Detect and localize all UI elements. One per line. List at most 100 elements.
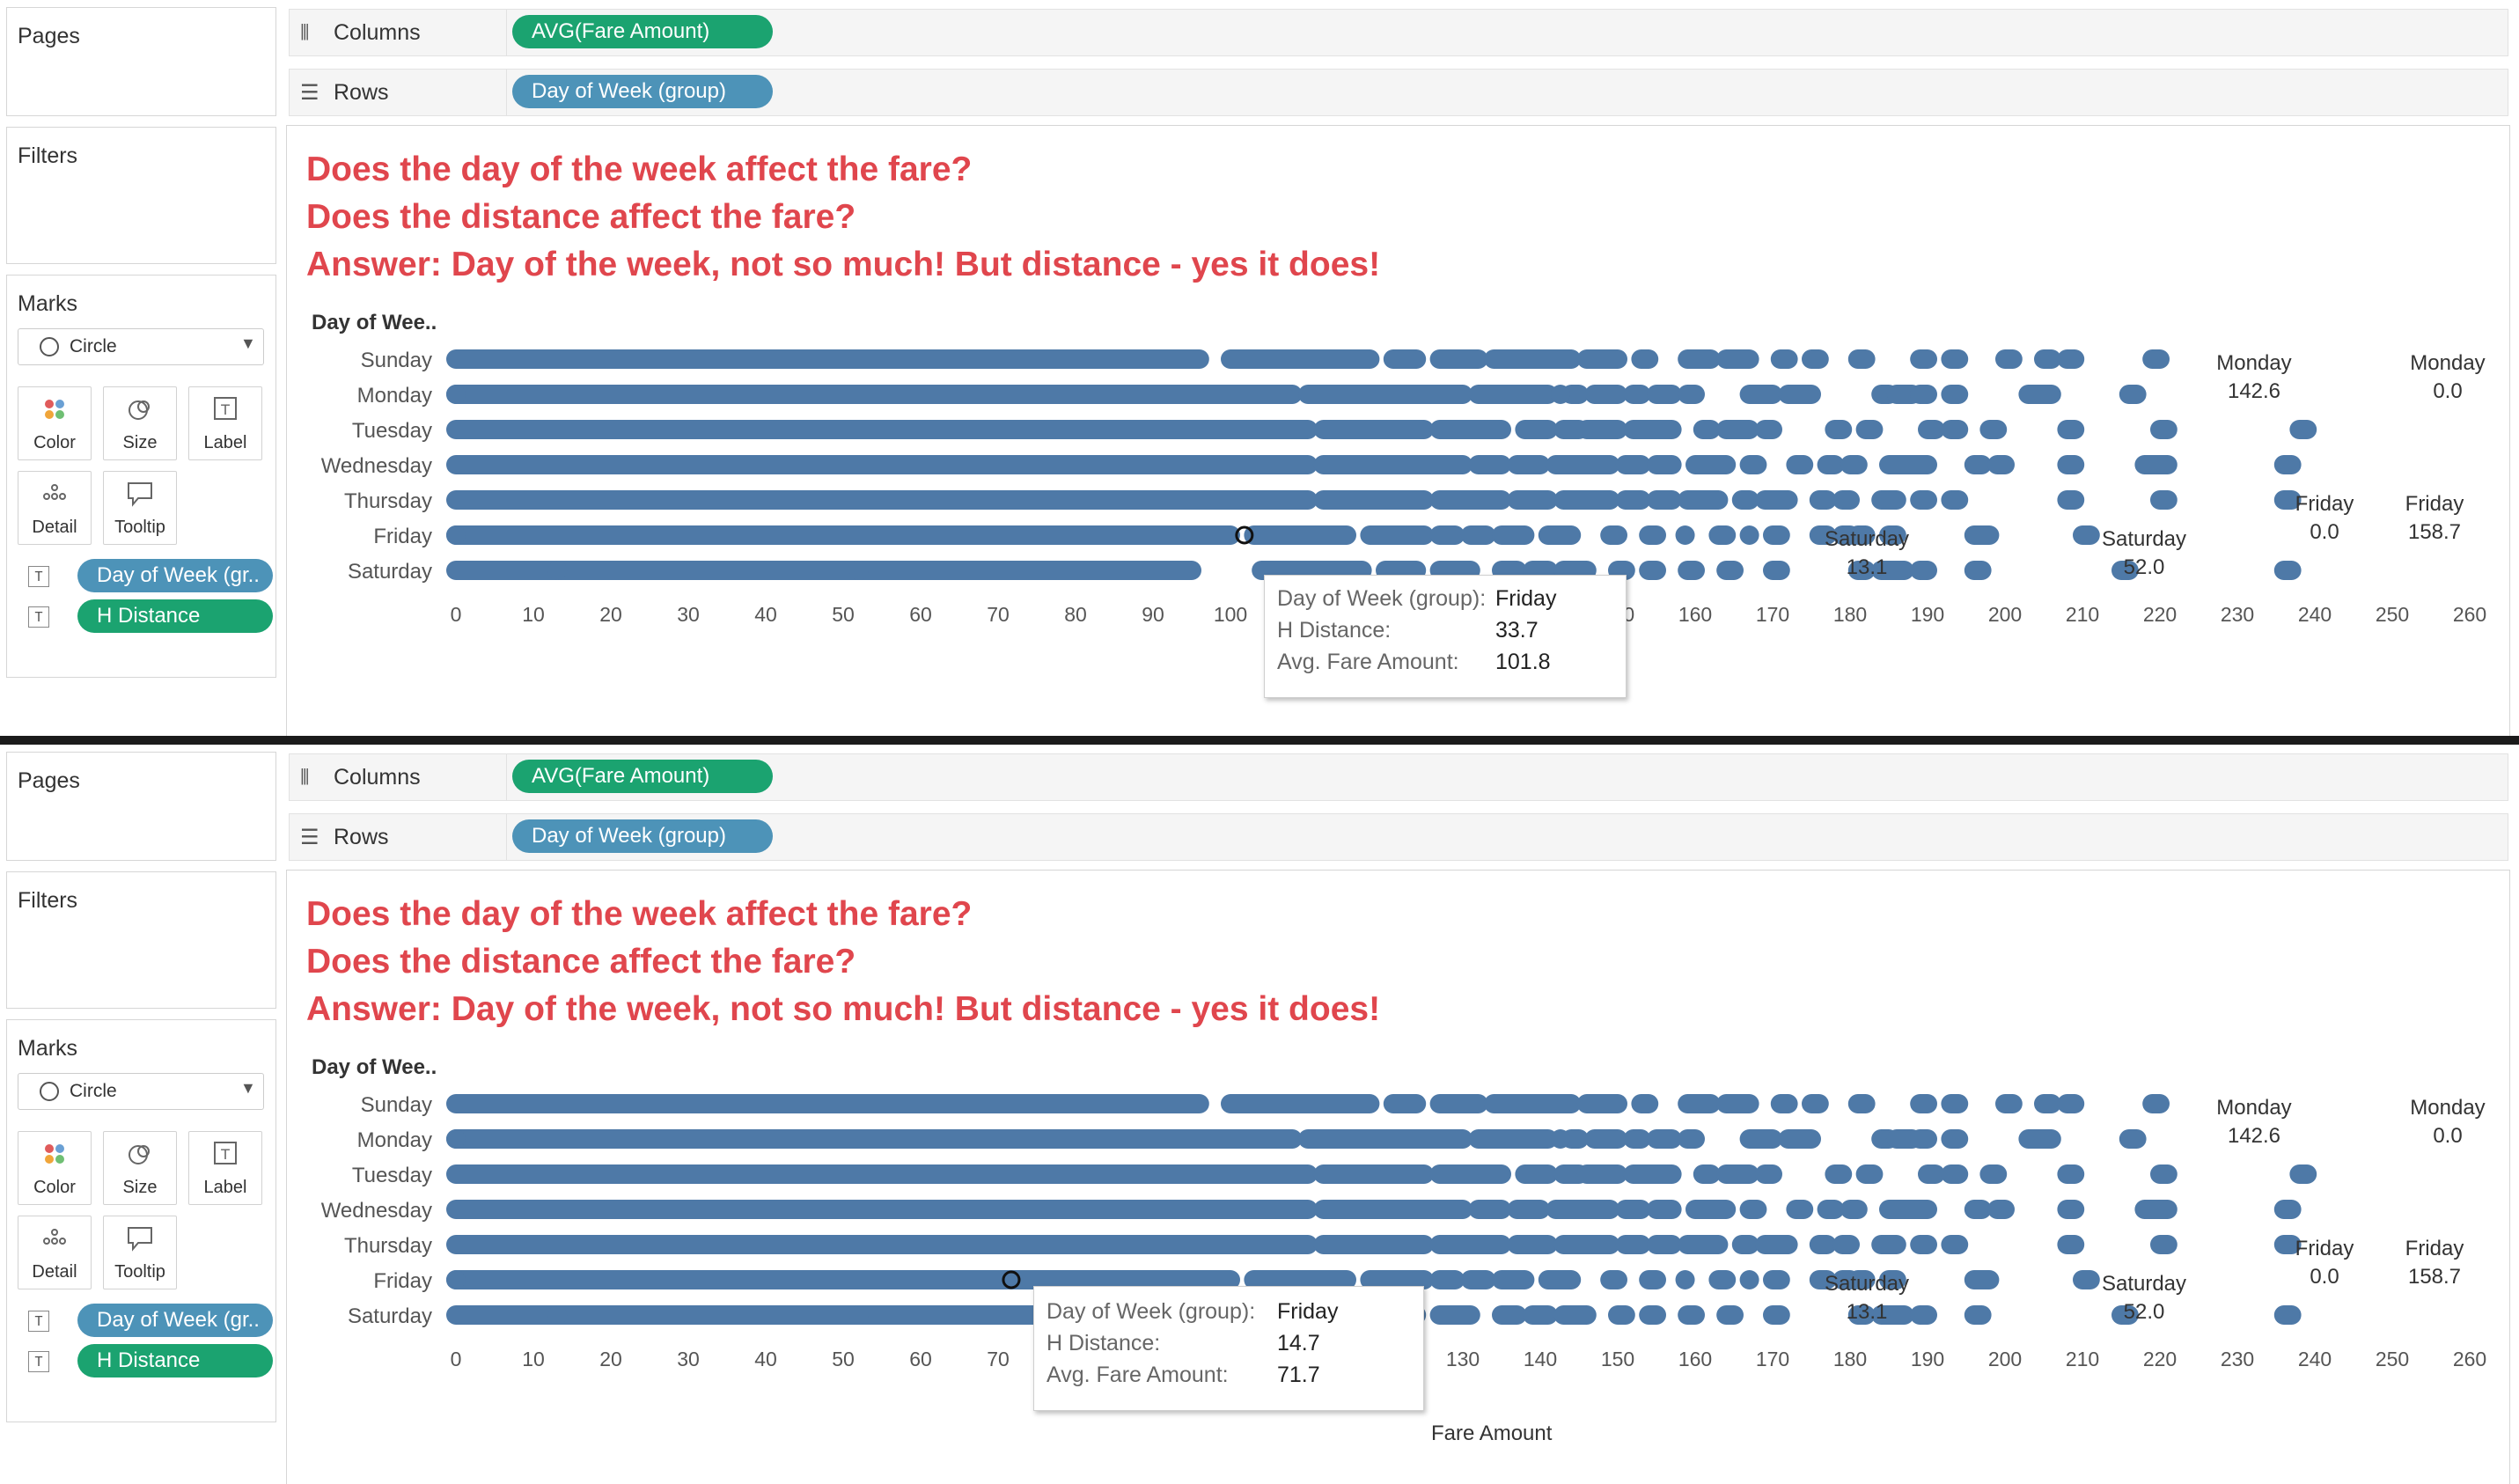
data-point[interactable] bbox=[446, 1129, 466, 1149]
data-point-cluster[interactable] bbox=[1492, 1270, 1535, 1289]
data-point-cluster[interactable] bbox=[1802, 1094, 1829, 1113]
data-point-cluster[interactable] bbox=[1600, 525, 1627, 545]
data-point-cluster[interactable] bbox=[1770, 349, 1798, 369]
data-point-cluster[interactable] bbox=[2057, 349, 2085, 369]
data-point[interactable] bbox=[1675, 525, 1695, 545]
row-label-friday[interactable]: Friday bbox=[373, 1269, 432, 1293]
data-point-cluster[interactable] bbox=[2018, 385, 2061, 404]
data-point-cluster[interactable] bbox=[1739, 1129, 1782, 1149]
data-point-cluster[interactable] bbox=[1538, 1270, 1582, 1289]
rows-shelf[interactable]: ☰ Rows Day of Week (group) bbox=[289, 813, 2508, 861]
data-point-cluster[interactable] bbox=[1429, 525, 1465, 545]
data-point[interactable] bbox=[547, 561, 568, 580]
data-point-cluster[interactable] bbox=[2057, 1200, 2085, 1219]
filters-card[interactable]: Filters bbox=[6, 127, 276, 264]
data-point-cluster[interactable] bbox=[1855, 1164, 1884, 1184]
data-point-cluster[interactable] bbox=[1731, 490, 1759, 510]
label-button[interactable]: T Label bbox=[188, 1131, 262, 1205]
data-point-cluster[interactable] bbox=[2150, 490, 2178, 510]
mark-type-dropdown[interactable]: Circle ▼ bbox=[18, 328, 264, 365]
data-point-cluster[interactable] bbox=[2034, 349, 2061, 369]
data-point-cluster[interactable] bbox=[1763, 525, 1790, 545]
data-point-cluster[interactable] bbox=[2150, 420, 2178, 439]
data-point-cluster[interactable] bbox=[1429, 1235, 1511, 1254]
data-point-cluster[interactable] bbox=[1623, 1164, 1682, 1184]
data-point-cluster[interactable] bbox=[1910, 1129, 1937, 1149]
data-point-cluster[interactable] bbox=[1546, 1200, 1620, 1219]
data-point-cluster[interactable] bbox=[1507, 1235, 1558, 1254]
data-point-cluster[interactable] bbox=[1244, 525, 1356, 545]
data-point-cluster[interactable] bbox=[1492, 1305, 1527, 1325]
data-point-cluster[interactable] bbox=[1809, 490, 1837, 510]
marks-field-pill[interactable]: Day of Week (gr.. bbox=[77, 1304, 273, 1337]
data-point-cluster[interactable] bbox=[2289, 1164, 2317, 1184]
data-point-cluster[interactable] bbox=[1553, 1305, 1597, 1325]
data-point-cluster[interactable] bbox=[1678, 1305, 1705, 1325]
label-button[interactable]: T Label bbox=[188, 386, 262, 460]
data-point-cluster[interactable] bbox=[1855, 420, 1884, 439]
data-point-cluster[interactable] bbox=[446, 1235, 1318, 1254]
data-point-cluster[interactable] bbox=[1910, 1305, 1937, 1325]
data-point-cluster[interactable] bbox=[1755, 490, 1798, 510]
data-point-cluster[interactable] bbox=[1460, 525, 1496, 545]
data-point-cluster[interactable] bbox=[1298, 1129, 1472, 1149]
data-point-cluster[interactable] bbox=[1964, 561, 1992, 580]
data-point-cluster[interactable] bbox=[1809, 1235, 1837, 1254]
data-point-cluster[interactable] bbox=[1576, 420, 1627, 439]
data-point-cluster[interactable] bbox=[2134, 1200, 2178, 1219]
data-point-cluster[interactable] bbox=[1221, 349, 1380, 369]
data-point-cluster[interactable] bbox=[1429, 490, 1511, 510]
data-point-cluster[interactable] bbox=[1623, 385, 1651, 404]
data-point-cluster[interactable] bbox=[1429, 1305, 1480, 1325]
data-point-cluster[interactable] bbox=[1755, 1235, 1798, 1254]
data-point-cluster[interactable] bbox=[1739, 1200, 1767, 1219]
row-label-thursday[interactable]: Thursday bbox=[344, 489, 432, 513]
data-point-cluster[interactable] bbox=[1429, 1270, 1465, 1289]
data-point-cluster[interactable] bbox=[1964, 455, 1992, 474]
data-point-cluster[interactable] bbox=[2057, 490, 2085, 510]
data-point-cluster[interactable] bbox=[1615, 455, 1651, 474]
data-point-cluster[interactable] bbox=[1918, 420, 1945, 439]
data-point-cluster[interactable] bbox=[2057, 455, 2085, 474]
data-point-cluster[interactable] bbox=[1716, 1164, 1759, 1184]
data-point-cluster[interactable] bbox=[446, 525, 1240, 545]
data-point-cluster[interactable] bbox=[1847, 1094, 1876, 1113]
data-point-cluster[interactable] bbox=[1987, 1200, 2015, 1219]
data-point-cluster[interactable] bbox=[1847, 349, 1876, 369]
data-point-cluster[interactable] bbox=[1313, 490, 1434, 510]
data-point-cluster[interactable] bbox=[1647, 385, 1682, 404]
data-point-cluster[interactable] bbox=[1515, 420, 1558, 439]
data-point-cluster[interactable] bbox=[1910, 561, 1937, 580]
data-point-cluster[interactable] bbox=[1941, 349, 1969, 369]
data-point-cluster[interactable] bbox=[2142, 349, 2170, 369]
data-point-cluster[interactable] bbox=[2057, 1235, 2085, 1254]
marks-field-day-of-week[interactable]: T Day of Week (gr.. bbox=[28, 1304, 275, 1337]
data-point-cluster[interactable] bbox=[1639, 1305, 1666, 1325]
data-point-cluster[interactable] bbox=[1832, 1235, 1860, 1254]
data-point[interactable] bbox=[1739, 1270, 1759, 1289]
data-point-cluster[interactable] bbox=[1995, 1094, 2023, 1113]
data-point-cluster[interactable] bbox=[1608, 1305, 1635, 1325]
data-point-cluster[interactable] bbox=[1685, 455, 1737, 474]
data-point-cluster[interactable] bbox=[1647, 1200, 1682, 1219]
data-point-cluster[interactable] bbox=[1910, 385, 1937, 404]
data-point-cluster[interactable] bbox=[1763, 561, 1790, 580]
data-point-cluster[interactable] bbox=[1941, 1094, 1969, 1113]
data-point-cluster[interactable] bbox=[1678, 1235, 1729, 1254]
data-point[interactable] bbox=[1550, 1129, 1570, 1149]
data-point-cluster[interactable] bbox=[1817, 455, 1845, 474]
data-point-cluster[interactable] bbox=[1492, 525, 1535, 545]
data-point[interactable] bbox=[1550, 385, 1570, 404]
data-point-cluster[interactable] bbox=[1786, 1200, 1814, 1219]
marks-field-h-distance[interactable]: T H Distance bbox=[28, 599, 275, 633]
data-point-cluster[interactable] bbox=[1313, 1164, 1434, 1184]
data-point-cluster[interactable] bbox=[1647, 1235, 1682, 1254]
data-point-cluster[interactable] bbox=[1708, 525, 1737, 545]
marks-field-pill[interactable]: Day of Week (gr.. bbox=[77, 559, 273, 592]
data-point-cluster[interactable] bbox=[1755, 420, 1782, 439]
data-point-cluster[interactable] bbox=[1716, 1305, 1744, 1325]
data-point-cluster[interactable] bbox=[1584, 1129, 1627, 1149]
data-point-cluster[interactable] bbox=[1507, 455, 1550, 474]
data-point-cluster[interactable] bbox=[1678, 561, 1705, 580]
data-point-cluster[interactable] bbox=[1460, 1270, 1496, 1289]
